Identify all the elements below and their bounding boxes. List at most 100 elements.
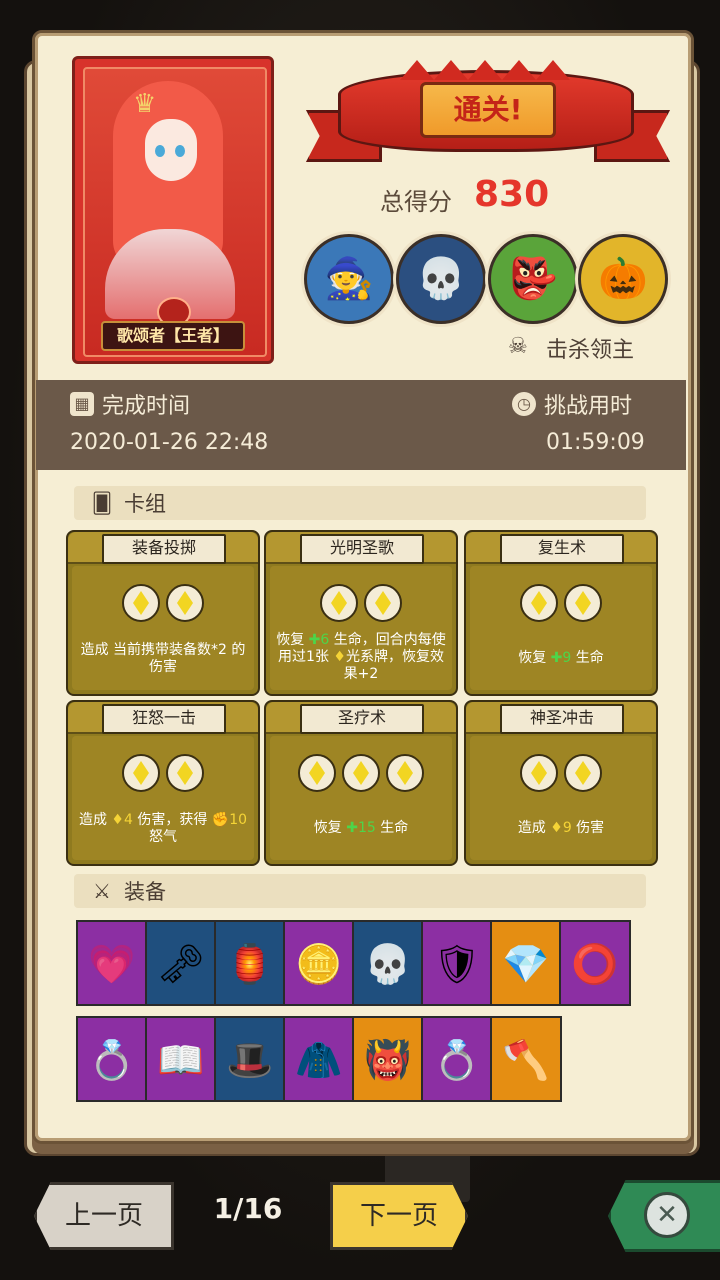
red-ring-icon: ⭕: [571, 942, 619, 986]
skill-card[interactable]: 狂怒一击造成 ♦4 伤害，获得 ✊10 怒气: [66, 700, 260, 866]
skill-card[interactable]: 光明圣歌 恢复 ✚6 生命，回合内每使用过1张 ♦光系牌，恢复效果+2: [264, 530, 458, 696]
equipment-slot[interactable]: 🧥: [283, 1016, 355, 1102]
light-gem-icon: [520, 584, 558, 622]
hero-name-label: 歌颂者【王者】: [101, 321, 245, 351]
cost-gems: [72, 754, 254, 794]
light-gem-icon: [364, 584, 402, 622]
hero-portrait-card: ♛ 歌颂者【王者】: [72, 56, 274, 364]
equipment-slot[interactable]: 🪙: [283, 920, 355, 1006]
cost-gems: [270, 754, 452, 794]
lord-skull-icon: ☠: [508, 334, 528, 359]
skill-card-body: 恢复 ✚6 生命，回合内每使用过1张 ♦光系牌，恢复效果+2: [270, 566, 452, 690]
equipment-slot[interactable]: 💍: [76, 1016, 148, 1102]
page-indicator: 1/16: [213, 1192, 283, 1225]
description-text: ♦: [333, 649, 346, 665]
equipment-slot[interactable]: 🏮: [214, 920, 286, 1006]
description-text: 造成: [78, 812, 112, 828]
skill-card[interactable]: 复生术 恢复 ✚9 生命: [464, 530, 658, 696]
score-label: 总得分: [380, 188, 452, 216]
cloak-icon: 🧥: [295, 1038, 343, 1082]
boss-list: 🧙 💀 👺 🎃: [302, 234, 668, 324]
equipment-slot[interactable]: 📖: [145, 1016, 217, 1102]
duration-label: 挑战用时: [544, 394, 633, 419]
cost-gems: [470, 754, 652, 794]
skill-card-description: 造成 ♦4 伤害，获得 ✊10 怒气: [76, 812, 250, 846]
equipment-slot[interactable]: 🛡: [421, 920, 493, 1006]
equipment-section-header: ⚔ 装备: [74, 874, 646, 908]
equipment-slot[interactable]: 💎: [490, 920, 562, 1006]
undead-king-boss-icon: 💀: [416, 256, 466, 302]
skull-icon: 💀: [364, 942, 412, 986]
light-gem-icon: [122, 584, 160, 622]
light-gem-icon: [564, 584, 602, 622]
skill-card-body: 造成 ♦4 伤害，获得 ✊10 怒气: [72, 736, 254, 860]
boss-avatar[interactable]: 💀: [396, 234, 486, 324]
skill-card-body: 造成 ♦9 伤害: [470, 736, 652, 860]
portrait-eye: [175, 145, 185, 157]
cost-gems: [72, 584, 254, 624]
equipment-slot[interactable]: 👹: [352, 1016, 424, 1102]
description-text: 造成 当前携带装备数*2 的伤害: [80, 642, 246, 675]
portrait-eye: [155, 145, 165, 157]
next-page-button[interactable]: 下一页: [330, 1182, 468, 1250]
skill-card-title: 狂怒一击: [102, 704, 226, 734]
skill-card-title: 装备投掷: [102, 534, 226, 564]
light-gem-icon: [166, 584, 204, 622]
gold-coin-icon: 🪙: [295, 942, 343, 986]
light-gem-icon: [520, 754, 558, 792]
kill-lords-label: 击杀领主: [546, 338, 635, 363]
skill-card[interactable]: 圣疗术 恢复 ✚15 生命: [264, 700, 458, 866]
description-text: 恢复: [276, 632, 309, 648]
stopwatch-icon: ◷: [512, 392, 536, 416]
light-gem-icon: [386, 754, 424, 792]
equipment-slot[interactable]: 💍: [421, 1016, 493, 1102]
close-icon[interactable]: ✕: [644, 1192, 690, 1238]
cost-gems: [270, 584, 452, 624]
heart-shield-icon: 🛡: [432, 942, 482, 986]
equipment-slot[interactable]: 🎩: [214, 1016, 286, 1102]
description-text: 生命: [375, 820, 409, 836]
equipment-label: 装备: [124, 880, 166, 904]
boss-avatar[interactable]: 👺: [488, 234, 578, 324]
description-text: 恢复: [518, 650, 551, 666]
equipment-slot[interactable]: ⭕: [559, 920, 631, 1006]
boss-avatar[interactable]: 🎃: [578, 234, 668, 324]
skill-card-body: 造成 当前携带装备数*2 的伤害: [72, 566, 254, 690]
description-text: 恢复: [313, 820, 347, 836]
equipment-slot[interactable]: 🗝: [145, 920, 217, 1006]
light-gem-icon: [342, 754, 380, 792]
skill-card-description: 恢复 ✚9 生命: [474, 650, 648, 667]
description-text: 造成: [517, 820, 551, 836]
description-text: ✚6: [308, 632, 330, 648]
crossed-weapons-icon: ⚔: [93, 879, 111, 903]
equipment-slot[interactable]: 💗: [76, 920, 148, 1006]
description-text: ✊10: [211, 812, 248, 828]
score-value: 830: [474, 174, 550, 215]
skill-card-description: 造成 当前携带装备数*2 的伤害: [76, 642, 250, 676]
cards-icon: 🂠: [91, 491, 113, 515]
deck-section-header: 🂠 卡组: [74, 486, 646, 520]
skill-card-description: 恢复 ✚15 生命: [274, 820, 448, 837]
goblin-boss-icon: 👺: [508, 256, 558, 302]
description-text: ✚15: [346, 820, 376, 836]
skill-card-body: 恢复 ✚15 生命: [270, 736, 452, 860]
description-text: ♦4: [111, 812, 133, 828]
skill-card-body: 恢复 ✚9 生命: [470, 566, 652, 690]
skill-card-description: 恢复 ✚6 生命，回合内每使用过1张 ♦光系牌，恢复效果+2: [274, 632, 448, 683]
boss-avatar[interactable]: 🧙: [304, 234, 394, 324]
golden-key-icon: 🗝: [156, 942, 206, 986]
equipment-slot[interactable]: 💀: [352, 920, 424, 1006]
finish-time-label: 完成时间: [102, 394, 191, 419]
wizard-hat-icon: 🎩: [226, 1038, 274, 1082]
wizard-boss-icon: 🧙: [324, 256, 374, 302]
prev-page-button[interactable]: 上一页: [34, 1182, 174, 1250]
light-gem-icon: [320, 584, 358, 622]
victory-title: 通关!: [420, 82, 556, 138]
skill-card[interactable]: 神圣冲击 造成 ♦9 伤害: [464, 700, 658, 866]
light-gem-icon: [564, 754, 602, 792]
skill-card[interactable]: 装备投掷造成 当前携带装备数*2 的伤害: [66, 530, 260, 696]
light-gem-icon: [298, 754, 336, 792]
equipment-slot[interactable]: 🪓: [490, 1016, 562, 1102]
heart-locket-icon: 💗: [88, 942, 136, 986]
skull-book-icon: 📖: [157, 1038, 205, 1082]
